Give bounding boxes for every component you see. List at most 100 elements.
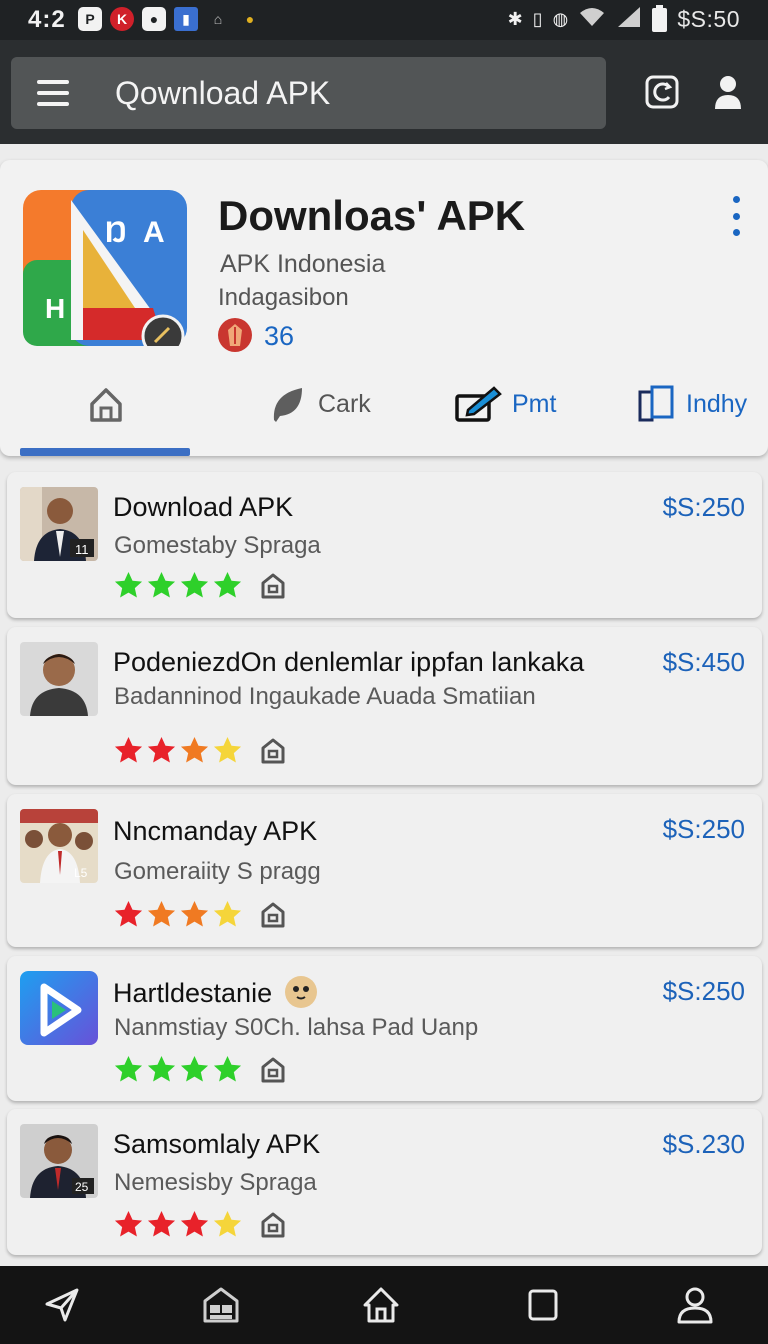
item-title: Samsomlaly APK (113, 1129, 321, 1159)
item-thumbnail: L5 (20, 809, 98, 883)
star-icon (180, 736, 209, 763)
tab-indhy[interactable]: Indhy (638, 380, 747, 428)
edit-card-icon (455, 386, 502, 422)
star-icon (147, 736, 176, 763)
star-icon (114, 571, 143, 598)
reload-icon[interactable] (642, 70, 682, 114)
thumb-badge: L5 (74, 866, 88, 880)
star-icon (180, 571, 209, 598)
home-icon: ⌂ (213, 11, 223, 27)
svg-text:A: A (143, 216, 165, 249)
item-price: $S:250 (662, 976, 745, 1006)
save-icon[interactable] (259, 572, 287, 600)
item-subtitle: Nanmstiay S0Ch. lahsa Pad Uanp (114, 1014, 479, 1041)
star-icon (114, 900, 143, 927)
list-item[interactable]: Hartldestanie Nanmstiay S0Ch. lahsa Pad … (7, 956, 762, 1101)
search-bar[interactable] (11, 57, 606, 129)
signal-icon (616, 5, 642, 34)
p-icon: P (78, 7, 102, 31)
item-thumbnail (20, 642, 98, 716)
account-icon[interactable] (708, 70, 748, 114)
more-options-icon[interactable] (726, 196, 746, 236)
app-logo-icon[interactable]: Ŋ A H (23, 190, 187, 358)
tab-cark[interactable]: Cark (268, 380, 371, 428)
svg-text:H: H (45, 293, 65, 324)
k-icon: K (110, 7, 134, 31)
item-subtitle: Nemesisby Spraga (114, 1169, 317, 1196)
star-half-icon (213, 1210, 242, 1237)
status-bar: 4:2 P K ● ▮ ⌂ ● ✱ ▯ ◍ $S:50 (0, 0, 768, 40)
rating-count: 36 (264, 321, 295, 351)
tab-home[interactable] (86, 380, 126, 428)
status-clock: $S:50 (677, 6, 740, 32)
item-price: $S:450 (662, 647, 745, 677)
item-title: Hartldestanie (113, 978, 273, 1008)
item-thumbnail: 25 (20, 1124, 98, 1198)
save-icon[interactable] (259, 901, 287, 929)
rating-stars (113, 1209, 243, 1240)
item-title: Nncmanday APK (113, 816, 318, 846)
leaf-icon (273, 388, 302, 422)
rating-badge-icon (218, 318, 252, 352)
profile-icon[interactable] (674, 1284, 716, 1326)
item-title: PodeniezdOn denlemlar ippfan lankaka (113, 647, 585, 677)
list-item[interactable]: 11 Download APK Gomestaby Spraga $S:250 (7, 472, 762, 618)
rating-stars (113, 1054, 243, 1085)
star-icon (147, 571, 176, 598)
star-icon (114, 736, 143, 763)
app-title: Downloas' APK (218, 192, 526, 239)
star-icon (147, 1055, 176, 1082)
item-price: $S:250 (662, 492, 745, 522)
star-icon (213, 571, 242, 598)
vibrate-icon: ▯ (532, 9, 543, 29)
item-price: $S.230 (662, 1129, 745, 1159)
thumb-badge: 25 (75, 1180, 89, 1194)
app-bar (0, 40, 768, 144)
app-header-card: Ŋ A H Downloas' APK APK Indonesia Indaga… (0, 160, 768, 456)
notification-icons: P K ● ▮ ⌂ ● (78, 7, 262, 31)
panels-icon (638, 385, 674, 422)
rating-stars (113, 570, 243, 601)
tab-pmt-label: Pmt (512, 389, 557, 418)
item-thumbnail: 11 (20, 487, 98, 561)
star-icon (114, 1055, 143, 1082)
item-subtitle: Gomeraiity S pragg (114, 858, 321, 885)
thumb-badge: 11 (75, 542, 89, 557)
menu-icon[interactable] (37, 80, 69, 106)
app-tagline: Indagasibon (218, 284, 349, 311)
battery-icon (652, 4, 668, 32)
svg-text:Ŋ: Ŋ (105, 216, 127, 249)
camera-icon: ● (142, 7, 166, 31)
home-icon[interactable] (360, 1284, 402, 1326)
tab-indhy-label: Indhy (686, 389, 748, 418)
save-icon[interactable] (259, 1056, 287, 1084)
save-icon[interactable] (259, 737, 287, 765)
star-icon (213, 1055, 242, 1082)
rating-stars (113, 735, 243, 766)
item-title: Download APK (113, 492, 294, 522)
save-icon[interactable] (259, 1211, 287, 1239)
item-subtitle: Gomestaby Spraga (114, 532, 321, 559)
bluetooth-icon: ✱ (507, 9, 523, 29)
bottom-navigation (0, 1266, 768, 1344)
star-icon (147, 900, 176, 927)
tab-pmt[interactable]: Pmt (454, 380, 556, 428)
search-input[interactable] (115, 71, 585, 115)
star-icon (147, 1210, 176, 1237)
list-item[interactable]: L5 Nncmanday APK Gomeraiity S pragg $S:2… (7, 794, 762, 947)
item-price: $S:250 (662, 814, 745, 844)
star-half-icon (213, 900, 242, 927)
item-thumbnail (20, 971, 98, 1045)
bookmark-icon: ▮ (174, 7, 198, 31)
send-icon[interactable] (41, 1284, 83, 1326)
recents-icon[interactable] (522, 1284, 564, 1326)
store-icon[interactable] (200, 1284, 242, 1326)
active-tab-indicator (20, 448, 190, 456)
star-icon (114, 1210, 143, 1237)
star-half-icon (213, 736, 242, 763)
rating-stars (113, 899, 243, 930)
list-item[interactable]: 25 Samsomlaly APK Nemesisby Spraga $S.23… (7, 1109, 762, 1255)
list-item[interactable]: PodeniezdOn denlemlar ippfan lankaka Bad… (7, 627, 762, 785)
wifi-icon (578, 6, 606, 33)
emoji-icon (285, 976, 317, 1008)
